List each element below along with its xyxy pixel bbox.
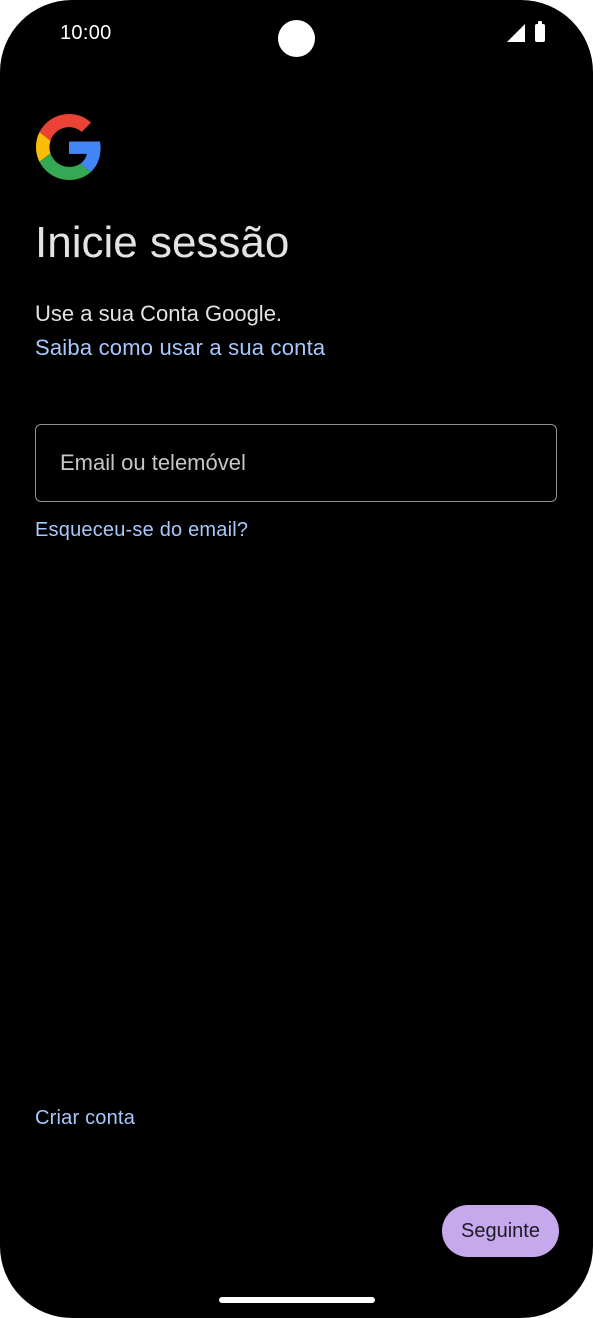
next-button[interactable]: Seguinte <box>442 1205 559 1257</box>
phone-screen: 10:00 Inicie sessão Use a sua Conta Goog… <box>0 0 593 1318</box>
learn-account-link[interactable]: Saiba como usar a sua conta <box>35 335 325 361</box>
page-title: Inicie sessão <box>35 218 290 267</box>
battery-icon <box>535 21 545 42</box>
camera-cutout <box>278 20 315 57</box>
forgot-email-link[interactable]: Esqueceu-se do email? <box>35 519 248 542</box>
signal-icon <box>507 24 525 42</box>
google-g-logo-icon <box>36 114 101 180</box>
email-field-container[interactable] <box>35 424 557 502</box>
status-time: 10:00 <box>60 22 112 44</box>
subtitle: Use a sua Conta Google. <box>35 301 283 326</box>
status-icons <box>507 21 545 42</box>
email-input[interactable] <box>58 449 556 477</box>
create-account-link[interactable]: Criar conta <box>35 1107 135 1130</box>
home-gesture-bar[interactable] <box>219 1297 375 1303</box>
